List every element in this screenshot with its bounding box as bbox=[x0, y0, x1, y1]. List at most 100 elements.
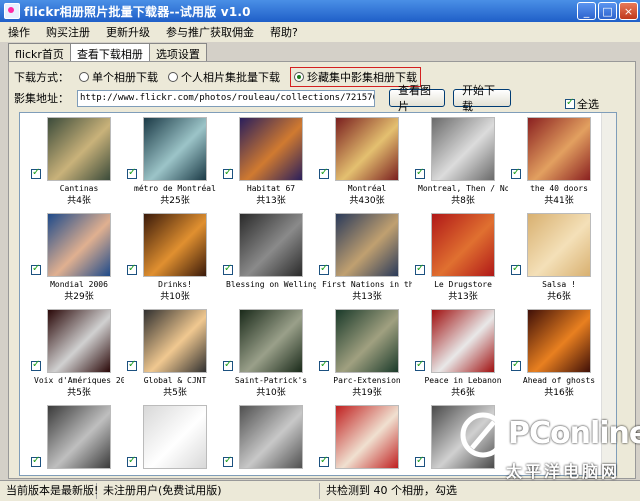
album-name: Parc-Extension bbox=[333, 376, 401, 385]
album-thumbnail[interactable] bbox=[143, 309, 207, 373]
album-checkbox[interactable] bbox=[127, 167, 137, 179]
option-personal-set[interactable]: 个人相片集批量下载 bbox=[168, 69, 280, 85]
album-thumbnail[interactable] bbox=[431, 309, 495, 373]
tab-strip: flickr首页 查看下载相册 选项设置 bbox=[8, 43, 207, 62]
view-images-button[interactable]: 查看图片 bbox=[389, 84, 445, 113]
start-download-button[interactable]: 开始下载 bbox=[453, 84, 511, 113]
option-single-album[interactable]: 单个相册下载 bbox=[79, 69, 158, 85]
close-button[interactable]: × bbox=[619, 2, 638, 20]
maximize-button[interactable]: □ bbox=[598, 2, 617, 20]
album-item[interactable]: Montréal 共430张 bbox=[319, 117, 412, 206]
album-thumbnail[interactable] bbox=[47, 309, 111, 373]
album-item[interactable]: Blessing on Wellington str... bbox=[223, 213, 316, 289]
album-checkbox[interactable] bbox=[31, 455, 41, 467]
album-item[interactable]: Saint-Patrick's 共10张 bbox=[223, 309, 316, 398]
album-count: 共41张 bbox=[544, 196, 574, 206]
album-checkbox[interactable] bbox=[319, 263, 329, 275]
album-name: the 40 doors bbox=[530, 184, 588, 193]
album-checkbox[interactable] bbox=[511, 263, 521, 275]
album-checkbox[interactable] bbox=[319, 167, 329, 179]
close-icon: × bbox=[623, 4, 634, 18]
album-item[interactable]: Ahead of ghosts 共16张 bbox=[511, 309, 604, 398]
album-checkbox[interactable] bbox=[127, 263, 137, 275]
album-checkbox[interactable] bbox=[415, 167, 425, 179]
album-item[interactable]: Peace in Lebanon 共6张 bbox=[415, 309, 508, 398]
album-thumbnail[interactable] bbox=[47, 117, 111, 181]
album-item[interactable]: Cantinas 共4张 bbox=[31, 117, 124, 206]
album-thumbnail[interactable] bbox=[47, 213, 111, 277]
album-thumbnail[interactable] bbox=[527, 213, 591, 277]
album-thumbnail[interactable] bbox=[47, 405, 111, 469]
album-checkbox[interactable] bbox=[319, 455, 329, 467]
album-name: Habitat 67 bbox=[246, 184, 296, 193]
album-item[interactable]: Habitat 67 共13张 bbox=[223, 117, 316, 206]
album-thumbnail[interactable] bbox=[143, 213, 207, 277]
album-thumbnail[interactable] bbox=[527, 117, 591, 181]
album-checkbox[interactable] bbox=[31, 359, 41, 371]
album-item[interactable]: Voix d'Amériques 2006 共5张 bbox=[31, 309, 124, 398]
album-count: 共29张 bbox=[64, 292, 94, 302]
album-checkbox[interactable] bbox=[415, 359, 425, 371]
tab-view-download[interactable]: 查看下载相册 bbox=[69, 43, 150, 62]
album-checkbox[interactable] bbox=[511, 359, 521, 371]
minimize-button[interactable]: _ bbox=[577, 2, 596, 20]
album-thumbnail[interactable] bbox=[239, 405, 303, 469]
album-item[interactable] bbox=[127, 405, 220, 472]
menu-affiliate[interactable]: 参与推广获取佣金 bbox=[158, 24, 262, 40]
select-all-checkbox[interactable] bbox=[565, 97, 575, 109]
album-item[interactable] bbox=[31, 405, 124, 472]
album-thumbnail[interactable] bbox=[239, 117, 303, 181]
album-thumbnail[interactable] bbox=[335, 117, 399, 181]
album-thumbnail[interactable] bbox=[335, 405, 399, 469]
album-item[interactable]: Le Drugstore 共13张 bbox=[415, 213, 508, 302]
album-thumbnail[interactable] bbox=[239, 309, 303, 373]
album-item[interactable] bbox=[223, 405, 316, 472]
album-item[interactable]: Parc-Extension 共19张 bbox=[319, 309, 412, 398]
album-checkbox[interactable] bbox=[127, 455, 137, 467]
radio-collection[interactable] bbox=[294, 72, 304, 82]
album-count: 共6张 bbox=[547, 292, 571, 302]
album-checkbox[interactable] bbox=[511, 167, 521, 179]
album-checkbox[interactable] bbox=[31, 167, 41, 179]
url-input[interactable]: http://www.flickr.com/photos/rouleau/col… bbox=[77, 89, 375, 107]
album-item[interactable] bbox=[319, 405, 412, 472]
album-item[interactable]: Drinks! 共10张 bbox=[127, 213, 220, 302]
album-thumbnail[interactable] bbox=[143, 405, 207, 469]
album-thumbnail[interactable] bbox=[239, 213, 303, 277]
album-thumbnail[interactable] bbox=[335, 309, 399, 373]
album-item[interactable]: Mondial 2006 共29张 bbox=[31, 213, 124, 302]
album-item[interactable]: métro de Montréal 共25张 bbox=[127, 117, 220, 206]
album-checkbox[interactable] bbox=[223, 263, 233, 275]
radio-single-album[interactable] bbox=[79, 72, 89, 82]
album-item[interactable]: Montreal, Then / Now 共8张 bbox=[415, 117, 508, 206]
window-controls: _ □ × bbox=[577, 2, 638, 20]
menu-help[interactable]: 帮助? bbox=[262, 24, 306, 40]
album-checkbox[interactable] bbox=[31, 263, 41, 275]
album-count: 共4张 bbox=[67, 196, 91, 206]
album-item[interactable]: Salsa ! 共6张 bbox=[511, 213, 604, 302]
album-checkbox[interactable] bbox=[127, 359, 137, 371]
album-item[interactable]: the 40 doors 共41张 bbox=[511, 117, 604, 206]
album-name: Le Drugstore bbox=[434, 280, 492, 289]
menu-update[interactable]: 更新升级 bbox=[98, 24, 158, 40]
album-checkbox[interactable] bbox=[319, 359, 329, 371]
album-item[interactable]: Global & CJNT 共5张 bbox=[127, 309, 220, 398]
album-checkbox[interactable] bbox=[223, 359, 233, 371]
album-thumbnail[interactable] bbox=[431, 213, 495, 277]
tab-options[interactable]: 选项设置 bbox=[148, 43, 207, 62]
album-thumbnail[interactable] bbox=[335, 213, 399, 277]
select-all[interactable]: 全选 bbox=[565, 96, 599, 112]
tab-flickr-home[interactable]: flickr首页 bbox=[8, 43, 71, 62]
album-name: Salsa ! bbox=[542, 280, 576, 289]
album-thumbnail[interactable] bbox=[143, 117, 207, 181]
album-thumbnail[interactable] bbox=[527, 309, 591, 373]
album-checkbox[interactable] bbox=[415, 263, 425, 275]
album-thumbnail[interactable] bbox=[431, 117, 495, 181]
album-item[interactable]: First Nations in the street 共13张 bbox=[319, 213, 412, 302]
album-checkbox[interactable] bbox=[223, 455, 233, 467]
menu-operate[interactable]: 操作 bbox=[0, 24, 38, 40]
album-checkbox[interactable] bbox=[223, 167, 233, 179]
menu-purchase[interactable]: 购买注册 bbox=[38, 24, 98, 40]
album-checkbox[interactable] bbox=[415, 455, 425, 467]
radio-personal-set[interactable] bbox=[168, 72, 178, 82]
